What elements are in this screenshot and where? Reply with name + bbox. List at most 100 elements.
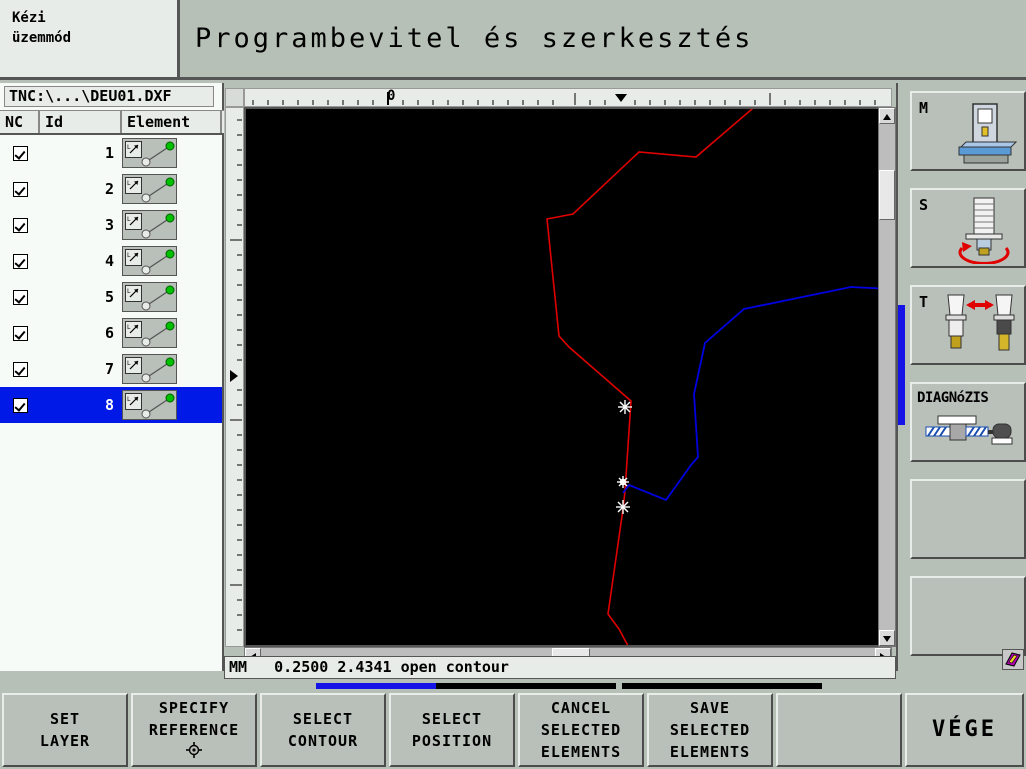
softkey-specify-reference[interactable]: SPECIFY REFERENCE (131, 693, 257, 767)
checkbox-checked-icon[interactable] (12, 181, 28, 197)
svg-text:L: L (127, 360, 131, 367)
nc-checkbox-cell[interactable] (0, 217, 40, 233)
softkey-empty[interactable] (776, 693, 902, 767)
canvas-vertical-scrollbar[interactable] (878, 107, 896, 647)
softkey-save-line1: SAVE (689, 699, 731, 717)
graphics-area: 0 (224, 83, 896, 671)
scroll-up-button[interactable] (879, 108, 895, 124)
softkey-specify-reference-line2: REFERENCE (148, 720, 240, 739)
vertical-key-empty-2[interactable] (910, 576, 1026, 656)
ruler-v-cursor-marker (230, 370, 238, 382)
checkbox-checked-icon[interactable] (12, 145, 28, 161)
line-element-icon: L (122, 282, 177, 312)
mode-line-1: Kézi (12, 10, 46, 26)
dxf-canvas[interactable] (244, 107, 892, 647)
table-row[interactable]: 2L (0, 171, 222, 207)
ruler-corner (225, 88, 244, 107)
softkey-select-contour-line1: SELECT (292, 710, 354, 728)
softkey-specify-reference-line1: SPECIFY (158, 698, 230, 717)
vertical-key-machine[interactable]: M (910, 91, 1026, 171)
ruler-v-ticks (230, 119, 242, 631)
spindle-icon (958, 197, 1010, 264)
operating-mode-box: Kézi üzemmód (0, 0, 180, 80)
element-list-panel: TNC:\...\DEU01.DXF NC Id Element 1L2L3L4… (0, 83, 224, 671)
column-header-element: Element (122, 111, 222, 133)
element-id-cell: 5 (104, 288, 114, 306)
table-row[interactable]: 3L (0, 207, 222, 243)
element-preview-cell: L (122, 390, 222, 420)
softkey-save-line2: SELECTED (669, 721, 751, 739)
element-preview-cell: L (122, 174, 222, 204)
checkbox-checked-icon[interactable] (12, 253, 28, 269)
file-path-field[interactable]: TNC:\...\DEU01.DXF (4, 86, 214, 107)
table-row[interactable]: 5L (0, 279, 222, 315)
checkbox-checked-icon[interactable] (12, 217, 28, 233)
element-table-body: 1L2L3L4L5L6L7L8L (0, 135, 222, 515)
line-type-badge: L (125, 321, 142, 338)
softkey-select-contour[interactable]: SELECT CONTOUR (260, 693, 386, 767)
vertical-key-spindle[interactable]: S (910, 188, 1026, 268)
vertical-key-diagnosis-label: DIAGNóZIS (917, 390, 989, 406)
help-book-icon[interactable] (1002, 649, 1024, 670)
line-type-badge: L (125, 213, 142, 230)
ruler-h-ticks (252, 92, 876, 105)
element-id-cell: 1 (104, 144, 114, 162)
vertical-key-empty-1[interactable] (910, 479, 1026, 559)
mode-line-2: üzemmód (12, 30, 72, 46)
page-title: Programbevitel és szerkesztés (195, 23, 754, 54)
nc-checkbox-cell[interactable] (0, 289, 40, 305)
checkbox-checked-icon[interactable] (12, 397, 28, 413)
vertical-softkey-panel: M S T DIAGNóZIS (896, 83, 1026, 671)
element-id-cell: 2 (104, 180, 114, 198)
element-preview-cell: L (122, 318, 222, 348)
svg-text:L: L (127, 216, 131, 223)
element-preview-cell: L (122, 282, 222, 312)
checkbox-checked-icon[interactable] (12, 289, 28, 305)
softkey-end[interactable]: VÉGE (905, 693, 1024, 767)
nc-checkbox-cell[interactable] (0, 361, 40, 377)
progress-strip-black-2 (622, 683, 822, 689)
vertical-key-tool[interactable]: T (910, 285, 1026, 365)
title-bar: Programbevitel és szerkesztés (180, 0, 1026, 80)
nc-checkbox-cell[interactable] (0, 145, 40, 161)
vertical-scroll-thumb[interactable] (879, 170, 895, 220)
horizontal-ruler: 0 (244, 88, 892, 107)
softkey-set-layer-line1: SET (49, 710, 81, 728)
element-id-cell: 6 (104, 324, 114, 342)
softkey-select-position[interactable]: SELECT POSITION (389, 693, 515, 767)
softkey-set-layer[interactable]: SET LAYER (2, 693, 128, 767)
softkey-save-selected-elements[interactable]: SAVE SELECTED ELEMENTS (647, 693, 773, 767)
nc-checkbox-cell[interactable] (0, 181, 40, 197)
checkbox-checked-icon[interactable] (12, 325, 28, 341)
line-element-icon: L (122, 354, 177, 384)
table-row[interactable]: 8L (0, 387, 222, 423)
nc-checkbox-cell[interactable] (0, 253, 40, 269)
element-preview-cell: L (122, 354, 222, 384)
softkey-cancel-selected-elements[interactable]: CANCEL SELECTED ELEMENTS (518, 693, 644, 767)
line-element-icon: L (122, 246, 177, 276)
table-row[interactable]: 7L (0, 351, 222, 387)
element-id-cell: 3 (104, 216, 114, 234)
table-row[interactable]: 4L (0, 243, 222, 279)
table-row[interactable]: 1L (0, 135, 222, 171)
softkey-select-position-line1: SELECT (421, 710, 483, 728)
line-type-badge: L (125, 141, 142, 158)
svg-text:L: L (127, 396, 131, 403)
nc-checkbox-cell[interactable] (0, 397, 40, 413)
line-type-badge: L (125, 249, 142, 266)
ruler-h-cursor-marker (615, 94, 627, 102)
line-type-badge: L (125, 285, 142, 302)
vertical-key-diagnosis[interactable]: DIAGNóZIS (910, 382, 1026, 462)
checkbox-checked-icon[interactable] (12, 361, 28, 377)
line-type-badge: L (125, 177, 142, 194)
softkey-cancel-line1: CANCEL (550, 699, 612, 717)
crosshair-icon (186, 741, 202, 764)
softkey-cancel-line2: SELECTED (540, 721, 622, 739)
element-id-cell: 7 (104, 360, 114, 378)
scroll-down-button[interactable] (879, 630, 895, 646)
vertical-key-spindle-label: S (919, 196, 929, 214)
progress-strip-blue (316, 683, 436, 689)
nc-checkbox-cell[interactable] (0, 325, 40, 341)
svg-text:L: L (127, 252, 131, 259)
table-row[interactable]: 6L (0, 315, 222, 351)
